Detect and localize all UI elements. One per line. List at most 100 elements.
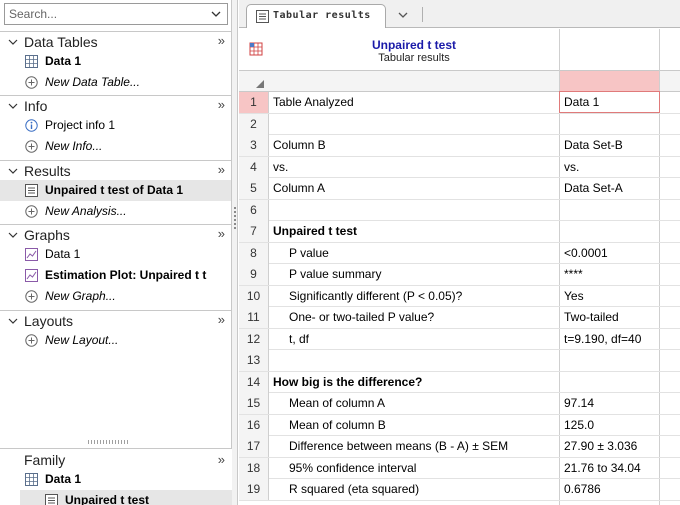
table-row[interactable]: 2 [239, 113, 680, 135]
row-number[interactable]: 6 [239, 199, 269, 221]
nav-item[interactable]: New Analysis... [0, 201, 231, 222]
row-label-cell[interactable]: Unpaired t test [273, 221, 357, 242]
table-row[interactable]: 11 One- or two-tailed P value? Two-tailed [239, 307, 680, 329]
nav-section-header[interactable]: Info » [0, 95, 231, 115]
row-label-cell[interactable]: Table Analyzed [273, 92, 354, 113]
row-value-cell[interactable]: 27.90 ± 3.036 [564, 436, 637, 457]
search-input[interactable] [5, 4, 201, 24]
chevron-down-icon[interactable] [8, 230, 18, 240]
nav-item[interactable]: Project info 1 [0, 115, 231, 136]
nav-item[interactable]: Data 1 [0, 51, 231, 72]
section-collapse-icon[interactable]: » [218, 33, 225, 48]
chevron-down-icon[interactable] [209, 6, 223, 22]
nav-item[interactable]: New Info... [0, 136, 231, 157]
nav-item[interactable]: Estimation Plot: Unpaired t t [0, 265, 231, 286]
row-value-cell[interactable]: 0.6786 [564, 479, 601, 500]
section-collapse-icon[interactable]: » [218, 226, 225, 241]
row-value-cell[interactable]: 21.76 to 34.04 [564, 458, 641, 479]
table-row[interactable]: 13 [239, 350, 680, 372]
row-label-cell[interactable]: P value [289, 243, 329, 264]
row-value-cell[interactable]: Data Set-B [564, 135, 623, 156]
row-value-cell[interactable]: vs. [564, 157, 579, 178]
row-number[interactable]: 11 [239, 307, 269, 328]
row-label-cell[interactable]: Significantly different (P < 0.05)? [289, 286, 462, 307]
row-label-cell[interactable]: Mean of column A [289, 393, 385, 414]
row-number[interactable]: 5 [239, 178, 269, 199]
nav-item[interactable]: Data 1 [0, 244, 231, 265]
table-row[interactable]: 1 Table Analyzed Data 1 [239, 91, 680, 114]
table-row[interactable]: 9 P value summary **** [239, 264, 680, 286]
table-row[interactable]: 12 t, df t=9.190, df=40 [239, 328, 680, 350]
chevron-down-icon[interactable] [8, 166, 18, 176]
row-value-cell[interactable]: **** [564, 264, 583, 285]
search-box[interactable] [4, 3, 228, 25]
nav-item[interactable]: New Data Table... [0, 72, 231, 93]
row-number[interactable]: 15 [239, 393, 269, 414]
family-item-data[interactable]: Data 1 [0, 469, 232, 490]
table-row[interactable]: 18 95% confidence interval 21.76 to 34.04 [239, 457, 680, 479]
chevron-down-icon[interactable] [394, 7, 412, 23]
family-collapse-icon[interactable]: » [218, 452, 225, 467]
row-number[interactable]: 19 [239, 479, 269, 500]
row-value-cell[interactable]: Yes [564, 286, 584, 307]
row-label-cell[interactable]: Column A [273, 178, 325, 199]
row-number[interactable]: 12 [239, 328, 269, 350]
row-label-cell[interactable]: One- or two-tailed P value? [289, 307, 434, 328]
row-label-cell[interactable]: P value summary [289, 264, 381, 285]
tab-tabular-results[interactable]: Tabular results [246, 4, 386, 28]
nav-item[interactable]: New Graph... [0, 286, 231, 307]
nav-item[interactable]: Unpaired t test of Data 1 [0, 180, 231, 201]
table-row[interactable]: 5 Column A Data Set-A [239, 178, 680, 200]
table-row[interactable]: 14 How big is the difference? [239, 371, 680, 393]
row-number[interactable]: 8 [239, 242, 269, 264]
pane-splitter[interactable] [232, 0, 238, 505]
section-collapse-icon[interactable]: » [218, 312, 225, 327]
column-header-b[interactable] [559, 71, 659, 92]
table-row[interactable]: 19 R squared (eta squared) 0.6786 [239, 479, 680, 501]
row-number[interactable]: 18 [239, 457, 269, 479]
table-format-icon[interactable] [249, 42, 263, 56]
row-label-cell[interactable]: How big is the difference? [273, 372, 422, 393]
row-number[interactable]: 14 [239, 371, 269, 393]
row-number[interactable]: 13 [239, 350, 269, 371]
nav-item[interactable]: New Layout... [0, 330, 231, 351]
chevron-down-icon[interactable] [8, 316, 18, 326]
section-collapse-icon[interactable]: » [218, 162, 225, 177]
section-collapse-icon[interactable]: » [218, 97, 225, 112]
row-number[interactable]: 9 [239, 264, 269, 285]
table-row[interactable]: 16 Mean of column B 125.0 [239, 414, 680, 436]
row-label-cell[interactable]: Mean of column B [289, 415, 386, 436]
row-number[interactable]: 4 [239, 156, 269, 178]
family-item-results[interactable]: Unpaired t test [20, 490, 232, 505]
row-number[interactable]: 1 [239, 92, 269, 113]
nav-section-header[interactable]: Results » [0, 160, 231, 180]
row-value-cell[interactable]: Data Set-A [564, 178, 623, 199]
row-label-cell[interactable]: Difference between means (B - A) ± SEM [289, 436, 508, 457]
table-row[interactable]: 4 vs. vs. [239, 156, 680, 178]
table-row[interactable]: 7 Unpaired t test [239, 221, 680, 243]
row-value-cell[interactable]: t=9.190, df=40 [564, 329, 641, 350]
row-number[interactable]: 10 [239, 285, 269, 307]
nav-section-header[interactable]: Layouts » [0, 310, 231, 330]
table-row[interactable]: 6 [239, 199, 680, 221]
chevron-down-icon[interactable] [8, 37, 18, 47]
select-all-corner[interactable] [256, 80, 264, 88]
row-number[interactable]: 2 [239, 113, 269, 135]
row-value-cell[interactable]: 97.14 [564, 393, 594, 414]
nav-section-header[interactable]: Data Tables » [0, 31, 231, 51]
row-label-cell[interactable]: Column B [273, 135, 326, 156]
table-row[interactable]: 3 Column B Data Set-B [239, 135, 680, 157]
table-row[interactable]: 10 Significantly different (P < 0.05)? Yes [239, 285, 680, 307]
row-label-cell[interactable]: R squared (eta squared) [289, 479, 419, 500]
row-label-cell[interactable]: 95% confidence interval [289, 458, 416, 479]
row-label-cell[interactable]: vs. [273, 157, 288, 178]
table-row[interactable]: 8 P value <0.0001 [239, 242, 680, 264]
row-value-cell[interactable]: Two-tailed [564, 307, 619, 328]
table-row[interactable]: 17 Difference between means (B - A) ± SEM… [239, 436, 680, 458]
row-number[interactable]: 17 [239, 436, 269, 457]
row-value-cell[interactable]: 125.0 [564, 415, 594, 436]
row-value-cell[interactable]: <0.0001 [564, 243, 608, 264]
row-number[interactable]: 7 [239, 221, 269, 242]
row-number[interactable]: 16 [239, 414, 269, 436]
row-number[interactable]: 3 [239, 135, 269, 156]
